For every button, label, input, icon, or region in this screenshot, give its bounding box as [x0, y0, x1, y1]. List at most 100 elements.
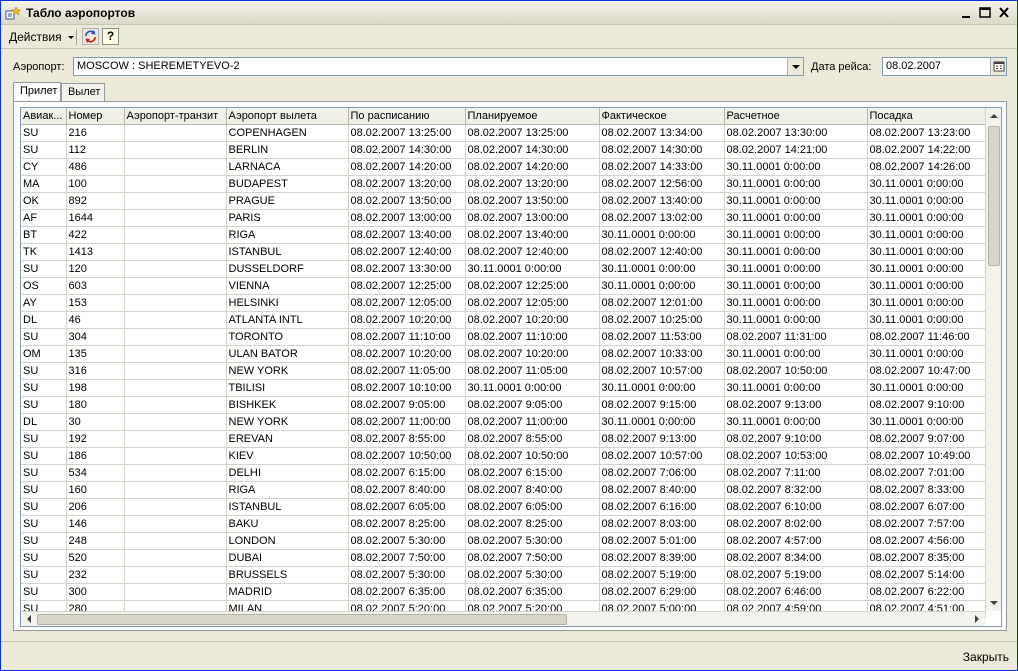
table-cell: 08.02.2007 5:30:00 [465, 566, 600, 584]
table-cell: DL [21, 311, 67, 329]
airport-label: Аэропорт: [13, 61, 65, 73]
table-cell: 08.02.2007 10:57:00 [599, 447, 725, 465]
horizontal-scroll-thumb[interactable] [37, 614, 567, 625]
table-row[interactable]: SU 300 MADRID 08.02.2007 6:35:00 08.02.2007 … [21, 583, 986, 601]
table-row[interactable]: SU 120 DUSSELDORF 08.02.2007 13:30:00 30.11.… [21, 260, 986, 278]
table-cell [124, 481, 227, 499]
table-cell: 08.02.2007 5:30:00 [348, 532, 466, 550]
table-cell: 08.02.2007 11:53:00 [599, 328, 725, 346]
column-header[interactable]: Аэропорт-транзит [124, 108, 227, 125]
table-cell: 08.02.2007 11:00:00 [465, 413, 600, 431]
actions-menu-button[interactable]: Действия [5, 28, 79, 46]
close-window-button[interactable] [995, 5, 1013, 21]
column-header[interactable]: Планируемое [465, 108, 600, 125]
column-header[interactable]: Фактическое [599, 108, 725, 125]
column-header[interactable]: Посадка [867, 108, 986, 125]
table-cell: 30.11.0001 0:00:00 [724, 243, 868, 261]
table-cell: 08.02.2007 14:30:00 [599, 141, 725, 159]
table-row[interactable]: SU 192 EREVAN 08.02.2007 8:55:00 08.02.2007 … [21, 430, 986, 448]
table-cell: 186 [66, 447, 125, 465]
table-cell: 30.11.0001 0:00:00 [867, 226, 986, 244]
airport-select[interactable]: MOSCOW : SHEREMETYEVO-2 [73, 57, 804, 76]
scroll-down-icon[interactable] [986, 595, 1002, 611]
vertical-scrollbar[interactable] [985, 108, 1002, 611]
table-row[interactable]: SU 520 DUBAI 08.02.2007 7:50:00 08.02.2007 7… [21, 549, 986, 567]
refresh-icon[interactable] [82, 28, 99, 45]
table-row[interactable]: SU 160 RIGA 08.02.2007 8:40:00 08.02.2007 8:… [21, 481, 986, 499]
table-row[interactable]: OM 135 ULAN BATOR 08.02.2007 10:20:00 08.02.… [21, 345, 986, 363]
table-cell: 08.02.2007 13:34:00 [599, 124, 725, 142]
table-cell [124, 294, 227, 312]
table-row[interactable]: SU 180 BISHKEK 08.02.2007 9:05:00 08.02.2007… [21, 396, 986, 414]
column-header[interactable]: Авиак... [21, 108, 67, 125]
table-row[interactable]: SU 198 TBILISI 08.02.2007 10:10:00 30.11.000… [21, 379, 986, 397]
table-cell: 08.02.2007 6:15:00 [465, 464, 600, 482]
table-cell: 300 [66, 583, 125, 601]
scroll-left-icon[interactable] [21, 612, 37, 627]
table-row[interactable]: SU 248 LONDON 08.02.2007 5:30:00 08.02.2007 … [21, 532, 986, 550]
table-cell: 30.11.0001 0:00:00 [867, 243, 986, 261]
table-row[interactable]: TK 1413 ISTANBUL 08.02.2007 12:40:00 08.02.2… [21, 243, 986, 261]
table-row[interactable]: SU 112 BERLIN 08.02.2007 14:30:00 08.02.2007… [21, 141, 986, 159]
table-row[interactable]: CY 486 LARNACA 08.02.2007 14:20:00 08.02.200… [21, 158, 986, 176]
table-cell: 08.02.2007 10:10:00 [348, 379, 466, 397]
table-cell: 08.02.2007 6:05:00 [465, 498, 600, 516]
table-cell: 08.02.2007 12:56:00 [599, 175, 725, 193]
table-row[interactable]: AF 1644 PARIS 08.02.2007 13:00:00 08.02.2007… [21, 209, 986, 227]
table-row[interactable]: MA 100 BUDAPEST 08.02.2007 13:20:00 08.02.20… [21, 175, 986, 193]
table-cell: NEW YORK [226, 362, 349, 380]
table-cell: 08.02.2007 8:40:00 [348, 481, 466, 499]
column-header[interactable]: По расписанию [348, 108, 466, 125]
table-cell: SU [21, 124, 67, 142]
table-cell: 08.02.2007 11:31:00 [724, 328, 868, 346]
table-cell: 08.02.2007 10:20:00 [465, 311, 600, 329]
table-cell: 146 [66, 515, 125, 533]
horizontal-scrollbar[interactable] [21, 611, 985, 627]
calendar-button[interactable] [990, 58, 1006, 75]
toolbar: Действия ? [1, 25, 1017, 49]
table-cell: 08.02.2007 10:49:00 [867, 447, 986, 465]
flight-date-input[interactable]: 08.02.2007 [882, 57, 1007, 76]
table-cell: 08.02.2007 9:10:00 [867, 396, 986, 414]
table-row[interactable]: SU 216 COPENHAGEN 08.02.2007 13:25:00 08.02.… [21, 124, 986, 142]
minimize-button[interactable] [957, 5, 975, 21]
table-row[interactable]: SU 232 BRUSSELS 08.02.2007 5:30:00 08.02.200… [21, 566, 986, 584]
flights-table[interactable]: Авиак... Номер Аэропорт-транзит Аэропорт вы… [20, 107, 1002, 627]
table-row[interactable]: SU 316 NEW YORK 08.02.2007 11:05:00 08.02.20… [21, 362, 986, 380]
scroll-up-icon[interactable] [986, 108, 1002, 124]
tab-departures[interactable]: Вылет [61, 83, 105, 101]
table-cell: 08.02.2007 8:55:00 [348, 430, 466, 448]
column-header[interactable]: Номер [66, 108, 125, 125]
table-cell: 892 [66, 192, 125, 210]
table-cell: 30.11.0001 0:00:00 [867, 294, 986, 312]
table-cell: 08.02.2007 12:25:00 [465, 277, 600, 295]
airport-dropdown-button[interactable] [787, 58, 803, 75]
table-cell: 30.11.0001 0:00:00 [867, 209, 986, 227]
table-cell: 08.02.2007 10:20:00 [348, 345, 466, 363]
table-row[interactable]: DL 30 NEW YORK 08.02.2007 11:00:00 08.02.200… [21, 413, 986, 431]
table-cell: VIENNA [226, 277, 349, 295]
table-cell: 08.02.2007 14:20:00 [348, 158, 466, 176]
tab-arrivals[interactable]: Прилет [13, 82, 61, 102]
table-cell: 08.02.2007 10:20:00 [348, 311, 466, 329]
table-row[interactable]: SU 304 TORONTO 08.02.2007 11:10:00 08.02.200… [21, 328, 986, 346]
airport-board-window: Табло аэропортов Действия ? Аэропорт: MO [0, 0, 1018, 671]
table-row[interactable]: AY 153 HELSINKI 08.02.2007 12:05:00 08.02.20… [21, 294, 986, 312]
scroll-right-icon[interactable] [969, 612, 985, 627]
table-cell: 486 [66, 158, 125, 176]
column-header[interactable]: Аэропорт вылета [226, 108, 349, 125]
table-row[interactable]: SU 146 BAKU 08.02.2007 8:25:00 08.02.2007 8:… [21, 515, 986, 533]
maximize-button[interactable] [976, 5, 994, 21]
table-row[interactable]: SU 206 ISTANBUL 08.02.2007 6:05:00 08.02.200… [21, 498, 986, 516]
column-header[interactable]: Расчетное [724, 108, 868, 125]
table-row[interactable]: OK 892 PRAGUE 08.02.2007 13:50:00 08.02.2007… [21, 192, 986, 210]
table-row[interactable]: SU 186 KIEV 08.02.2007 10:50:00 08.02.2007 1… [21, 447, 986, 465]
help-button[interactable]: ? [102, 28, 119, 45]
table-row[interactable]: OS 603 VIENNA 08.02.2007 12:25:00 08.02.2007… [21, 277, 986, 295]
table-row[interactable]: BT 422 RIGA 08.02.2007 13:40:00 08.02.2007 1… [21, 226, 986, 244]
table-row[interactable]: SU 534 DELHI 08.02.2007 6:15:00 08.02.2007 6… [21, 464, 986, 482]
vertical-scroll-thumb[interactable] [988, 126, 1000, 266]
table-row[interactable]: DL 46 ATLANTA INTL 08.02.2007 10:20:00 08.02… [21, 311, 986, 329]
close-button[interactable]: Закрыть [963, 650, 1009, 664]
table-cell [124, 532, 227, 550]
